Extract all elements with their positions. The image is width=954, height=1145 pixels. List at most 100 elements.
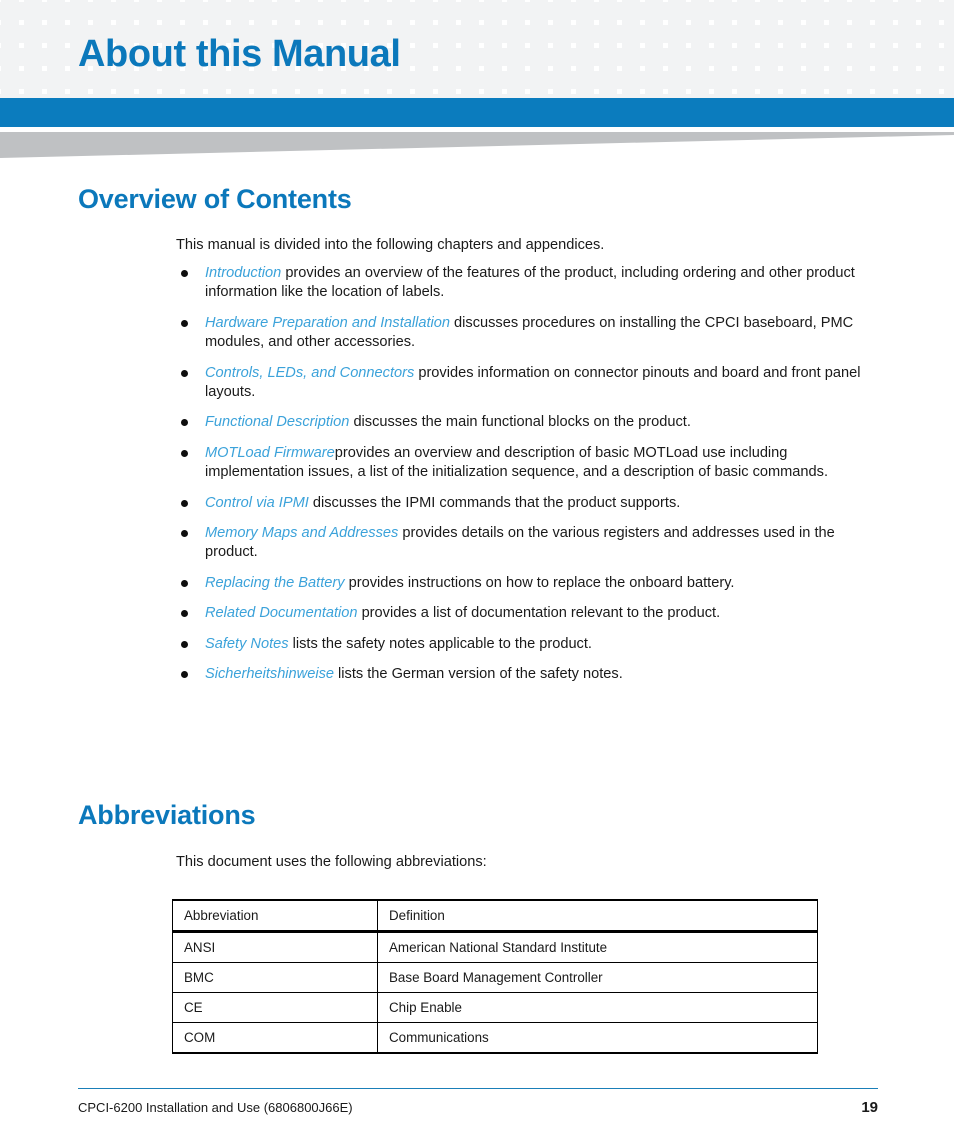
bullet-dot-icon xyxy=(181,369,188,377)
grid-cell xyxy=(898,48,916,66)
grid-cell xyxy=(875,48,893,66)
grid-cell xyxy=(622,71,640,89)
list-item-text: discusses the IPMI commands that the pro… xyxy=(308,494,681,511)
grid-cell xyxy=(760,71,778,89)
page-footer: CPCI-6200 Installation and Use (6806800J… xyxy=(78,1088,878,1116)
bullet-dot-icon xyxy=(181,419,188,427)
grid-cell xyxy=(921,48,939,66)
grid-cell xyxy=(461,25,479,43)
list-item: Hardware Preparation and Installation di… xyxy=(176,314,882,353)
grid-cell xyxy=(806,25,824,43)
grid-cell xyxy=(691,71,709,89)
cross-reference-link[interactable]: Hardware Preparation and Installation xyxy=(205,315,450,331)
grid-cell xyxy=(691,48,709,66)
cross-reference-link[interactable]: Safety Notes xyxy=(205,636,289,652)
grid-cell xyxy=(553,2,571,20)
grid-cell xyxy=(599,25,617,43)
grid-cell xyxy=(714,48,732,66)
grid-cell xyxy=(645,25,663,43)
grid-cell xyxy=(737,2,755,20)
grid-cell xyxy=(829,48,847,66)
page-title: About this Manual xyxy=(78,33,401,75)
grid-cell xyxy=(806,71,824,89)
grid-cell xyxy=(139,2,157,20)
grid-cell xyxy=(576,25,594,43)
bullet-dot-icon xyxy=(181,671,188,679)
grid-cell xyxy=(484,25,502,43)
grid-cell xyxy=(829,2,847,20)
grid-cell xyxy=(553,25,571,43)
grid-cell xyxy=(323,2,341,20)
grid-cell xyxy=(438,25,456,43)
bullet-dot-icon xyxy=(181,499,188,507)
grid-cell xyxy=(438,2,456,20)
grid-cell xyxy=(783,2,801,20)
overview-intro-paragraph: This manual is divided into the followin… xyxy=(176,237,605,253)
grid-cell xyxy=(24,2,42,20)
grid-cell xyxy=(875,25,893,43)
grid-cell xyxy=(116,2,134,20)
list-item: Memory Maps and Addresses provides detai… xyxy=(176,524,882,563)
grid-cell xyxy=(369,2,387,20)
grid-cell xyxy=(875,71,893,89)
grid-cell xyxy=(277,2,295,20)
grid-cell xyxy=(507,71,525,89)
grid-cell xyxy=(668,48,686,66)
grid-cell xyxy=(415,25,433,43)
list-item-text: discusses the main functional blocks on … xyxy=(349,414,691,431)
cross-reference-link[interactable]: Control via IPMI xyxy=(205,495,309,511)
grid-cell xyxy=(783,48,801,66)
bullet-dot-icon xyxy=(181,449,188,457)
grid-cell xyxy=(47,25,65,43)
grid-cell xyxy=(507,48,525,66)
cross-reference-link[interactable]: Functional Description xyxy=(205,414,349,430)
table-column-header: Abbreviation xyxy=(172,899,378,933)
grid-cell xyxy=(438,48,456,66)
abbreviations-intro-paragraph: This document uses the following abbrevi… xyxy=(176,854,487,870)
grid-cell xyxy=(162,2,180,20)
table-row: BMC Base Board Management Controller xyxy=(172,962,818,993)
grid-cell xyxy=(70,2,88,20)
grid-cell xyxy=(530,25,548,43)
list-item: Safety Notes lists the safety notes appl… xyxy=(176,635,882,654)
grid-cell xyxy=(783,25,801,43)
footer-divider xyxy=(78,1088,878,1089)
grid-cell xyxy=(944,48,954,66)
cross-reference-link[interactable]: Related Documentation xyxy=(205,605,358,621)
grid-cell xyxy=(806,48,824,66)
grid-cell xyxy=(760,48,778,66)
abbreviations-table: Abbreviation Definition ANSI American Nati… xyxy=(172,899,818,1054)
grid-cell xyxy=(645,48,663,66)
grid-cell xyxy=(530,71,548,89)
grid-cell xyxy=(829,71,847,89)
grid-cell xyxy=(852,71,870,89)
table-row: CE Chip Enable xyxy=(172,992,818,1023)
grid-cell xyxy=(530,48,548,66)
grid-cell xyxy=(484,2,502,20)
grid-cell xyxy=(300,2,318,20)
grid-cell xyxy=(415,48,433,66)
grid-cell xyxy=(185,2,203,20)
table-cell-definition: American National Standard Institute xyxy=(377,931,818,963)
list-item-text: provides an overview of the features of … xyxy=(205,265,855,301)
table-header-row: Abbreviation Definition xyxy=(172,899,818,933)
table-cell-abbreviation: COM xyxy=(172,1022,378,1054)
grid-cell xyxy=(898,71,916,89)
cross-reference-link[interactable]: MOTLoad Firmware xyxy=(205,445,335,461)
grid-cell xyxy=(1,48,19,66)
cross-reference-link[interactable]: Memory Maps and Addresses xyxy=(205,525,398,541)
grid-cell xyxy=(576,48,594,66)
grid-cell xyxy=(576,2,594,20)
grid-cell xyxy=(346,2,364,20)
grid-cell xyxy=(760,25,778,43)
grid-cell xyxy=(392,2,410,20)
grid-cell xyxy=(507,25,525,43)
bullet-dot-icon xyxy=(181,530,188,538)
cross-reference-link[interactable]: Sicherheitshinweise xyxy=(205,666,334,682)
grid-cell xyxy=(921,71,939,89)
grid-cell xyxy=(622,2,640,20)
cross-reference-link[interactable]: Introduction xyxy=(205,265,281,281)
grid-cell xyxy=(461,48,479,66)
cross-reference-link[interactable]: Replacing the Battery xyxy=(205,575,345,591)
cross-reference-link[interactable]: Controls, LEDs, and Connectors xyxy=(205,365,414,381)
